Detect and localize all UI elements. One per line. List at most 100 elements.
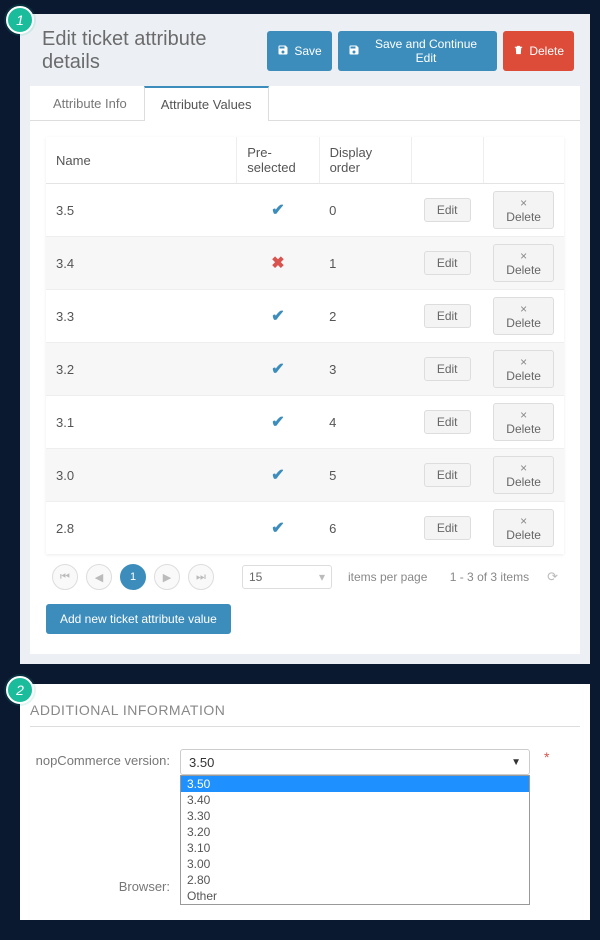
cell-name: 3.5	[46, 184, 237, 237]
cell-name: 3.4	[46, 237, 237, 290]
cell-display-order: 4	[319, 396, 411, 449]
version-select[interactable]: 3.50 ▼	[180, 749, 530, 775]
cell-delete: Delete	[483, 396, 564, 449]
table-row: 2.8✔6EditDelete	[46, 502, 564, 555]
version-option[interactable]: 3.10	[181, 840, 529, 856]
cell-display-order: 3	[319, 343, 411, 396]
cell-edit: Edit	[411, 502, 483, 555]
page-size-select[interactable]: 15 ▾	[242, 565, 332, 589]
table-row: 3.3✔2EditDelete	[46, 290, 564, 343]
pager-page-1[interactable]: 1	[120, 564, 146, 590]
edit-row-button[interactable]: Edit	[424, 463, 471, 487]
version-option[interactable]: 2.80	[181, 872, 529, 888]
cell-edit: Edit	[411, 396, 483, 449]
edit-row-button[interactable]: Edit	[424, 516, 471, 540]
x-icon: ✖	[271, 255, 284, 272]
edit-row-button[interactable]: Edit	[424, 198, 471, 222]
cell-preselected: ✔	[237, 449, 319, 502]
check-icon: ✔	[271, 202, 284, 219]
add-value-label: Add new ticket attribute value	[60, 612, 217, 626]
delete-row-button[interactable]: Delete	[493, 297, 554, 335]
col-preselected[interactable]: Pre-selected	[237, 137, 319, 184]
refresh-icon[interactable]: ⟳	[547, 569, 558, 585]
pager: ⏮ ◀ 1 ▶ ⏭ 15 ▾ items per page 1 - 3 of 3…	[46, 554, 564, 594]
tab-attribute-info[interactable]: Attribute Info	[36, 86, 144, 121]
items-per-page-label: items per page	[348, 570, 427, 584]
step-badge-1: 1	[6, 6, 34, 34]
col-display-order[interactable]: Display order	[319, 137, 411, 184]
check-icon: ✔	[271, 414, 284, 431]
version-option[interactable]: 3.30	[181, 808, 529, 824]
table-row: 3.4✖1EditDelete	[46, 237, 564, 290]
check-icon: ✔	[271, 520, 284, 537]
save-button[interactable]: Save	[267, 31, 331, 71]
delete-row-button[interactable]: Delete	[493, 509, 554, 547]
section-title: ADDITIONAL INFORMATION	[30, 702, 580, 727]
cell-delete: Delete	[483, 502, 564, 555]
delete-row-button[interactable]: Delete	[493, 456, 554, 494]
cell-display-order: 5	[319, 449, 411, 502]
check-icon: ✔	[271, 361, 284, 378]
table-row: 3.5✔0EditDelete	[46, 184, 564, 237]
delete-button[interactable]: Delete	[503, 31, 574, 71]
cell-preselected: ✔	[237, 290, 319, 343]
pager-next-button[interactable]: ▶	[154, 564, 180, 590]
version-selected-value: 3.50	[189, 755, 214, 770]
page-title: Edit ticket attribute details	[42, 28, 267, 74]
cell-name: 3.1	[46, 396, 237, 449]
cell-name: 3.0	[46, 449, 237, 502]
cell-name: 3.3	[46, 290, 237, 343]
check-icon: ✔	[271, 467, 284, 484]
save-icon	[277, 44, 289, 59]
pager-last-button[interactable]: ⏭	[188, 564, 214, 590]
version-option[interactable]: Other	[181, 888, 529, 904]
delete-row-button[interactable]: Delete	[493, 350, 554, 388]
delete-row-button[interactable]: Delete	[493, 244, 554, 282]
cell-edit: Edit	[411, 290, 483, 343]
delete-row-button[interactable]: Delete	[493, 403, 554, 441]
pager-range: 1 - 3 of 3 items	[450, 570, 529, 584]
edit-row-button[interactable]: Edit	[424, 251, 471, 275]
version-option[interactable]: 3.20	[181, 824, 529, 840]
save-label: Save	[294, 44, 321, 58]
chevron-down-icon: ▾	[319, 570, 325, 584]
delete-row-button[interactable]: Delete	[493, 191, 554, 229]
version-option[interactable]: 3.50	[181, 776, 529, 792]
page-size-value: 15	[249, 570, 262, 584]
cell-preselected: ✔	[237, 184, 319, 237]
pager-first-button[interactable]: ⏮	[52, 564, 78, 590]
cell-preselected: ✔	[237, 396, 319, 449]
values-table: Name Pre-selected Display order 3.5✔0Edi…	[46, 137, 564, 554]
version-option[interactable]: 3.00	[181, 856, 529, 872]
col-delete	[483, 137, 564, 184]
add-value-button[interactable]: Add new ticket attribute value	[46, 604, 231, 634]
cell-preselected: ✔	[237, 502, 319, 555]
pager-prev-button[interactable]: ◀	[86, 564, 112, 590]
cell-preselected: ✖	[237, 237, 319, 290]
save-continue-button[interactable]: Save and Continue Edit	[338, 31, 498, 71]
step-badge-2: 2	[6, 676, 34, 704]
trash-icon	[513, 44, 524, 59]
cell-name: 3.2	[46, 343, 237, 396]
cell-edit: Edit	[411, 449, 483, 502]
col-edit	[411, 137, 483, 184]
cell-delete: Delete	[483, 290, 564, 343]
edit-row-button[interactable]: Edit	[424, 410, 471, 434]
cell-delete: Delete	[483, 343, 564, 396]
cell-name: 2.8	[46, 502, 237, 555]
version-option[interactable]: 3.40	[181, 792, 529, 808]
save-continue-label: Save and Continue Edit	[365, 37, 488, 65]
table-row: 3.2 ✔ 3 Edit Delete	[46, 343, 564, 396]
cell-edit: Edit	[411, 343, 483, 396]
col-name[interactable]: Name	[46, 137, 237, 184]
save-icon	[348, 44, 360, 59]
chevron-down-icon: ▼	[511, 757, 521, 768]
browser-label: Browser:	[30, 875, 170, 894]
cell-edit: Edit	[411, 184, 483, 237]
edit-row-button[interactable]: Edit	[424, 357, 471, 381]
tab-attribute-values[interactable]: Attribute Values	[144, 86, 269, 121]
table-row: 3.1 ✔ 4 Edit Delete	[46, 396, 564, 449]
version-label: nopCommerce version:	[30, 749, 170, 768]
edit-row-button[interactable]: Edit	[424, 304, 471, 328]
cell-delete: Delete	[483, 449, 564, 502]
